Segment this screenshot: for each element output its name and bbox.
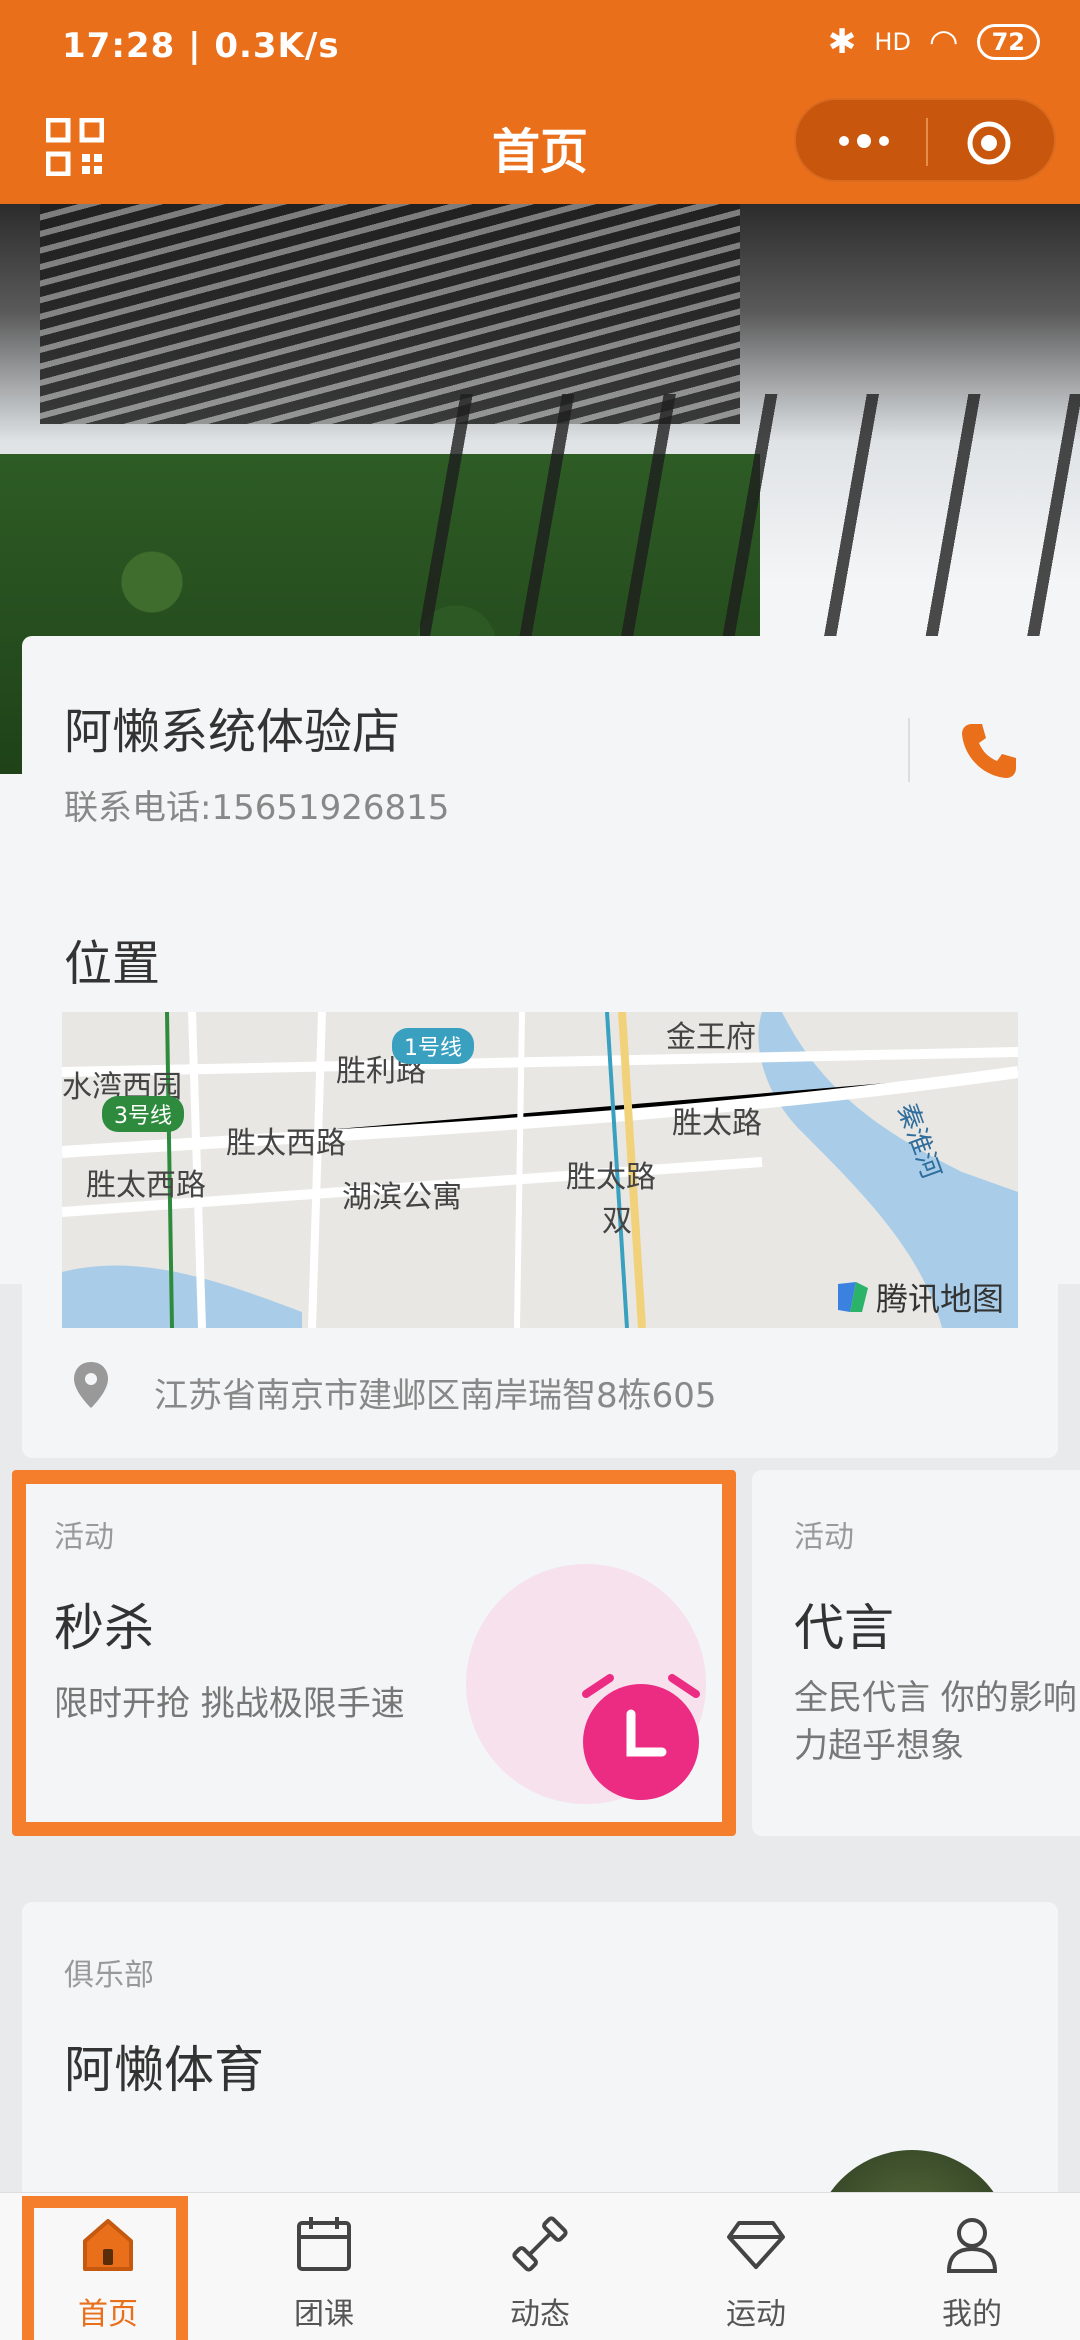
map-label: 胜太西路 xyxy=(86,1168,206,1203)
store-phone: 联系电话:15651926815 xyxy=(64,788,450,828)
activity-tag: 活动 xyxy=(794,1520,854,1555)
bluetooth-icon: ✱ xyxy=(827,22,857,62)
club-tag: 俱乐部 xyxy=(64,1958,154,1993)
tab-label: 我的 xyxy=(942,2297,1002,2332)
activity-desc: 全民代言 你的影响力超乎想象 xyxy=(794,1678,1077,1766)
activity-title: 代言 xyxy=(794,1599,894,1657)
tab-label: 团课 xyxy=(294,2297,354,2332)
miniprogram-capsule xyxy=(794,98,1056,182)
map-label: 胜太路 xyxy=(566,1160,656,1195)
tab-home[interactable]: 首页 xyxy=(0,2193,216,2340)
signal-icon: HD xyxy=(874,28,911,56)
map-label: 湖滨公寓 xyxy=(342,1180,462,1215)
map-label: 双 xyxy=(602,1204,632,1239)
metro-badge: 1号线 xyxy=(392,1028,474,1064)
map-label: 胜太西路 xyxy=(226,1126,346,1161)
activity-title: 秒杀 xyxy=(54,1599,154,1657)
club-title: 阿懒体育 xyxy=(64,2041,264,2099)
map-provider: 腾讯地图 xyxy=(836,1274,1004,1320)
map-label: 金王府 xyxy=(666,1020,756,1055)
location-card: 位置 金王府 水湾西园 胜利路 胜太路 胜太西路 胜太西路 湖滨公寓 胜太路 秦… xyxy=(22,874,1058,1458)
store-info-card: 阿懒系统体验店 联系电话:15651926815 xyxy=(22,636,1058,862)
map-label: 胜太路 xyxy=(672,1106,762,1141)
status-bar: 17:28 | 0.3K/s ✱ HD ◠ 72 xyxy=(0,0,1080,96)
wifi-icon: ◠ xyxy=(928,22,959,62)
top-bar: 17:28 | 0.3K/s ✱ HD ◠ 72 首页 xyxy=(0,0,1080,204)
tab-feed[interactable]: 动态 xyxy=(432,2193,648,2340)
tab-mine[interactable]: 我的 xyxy=(864,2193,1080,2340)
tencent-map-logo-icon xyxy=(837,1282,868,1312)
tab-group-class[interactable]: 团课 xyxy=(216,2193,432,2340)
map-provider-label: 腾讯地图 xyxy=(875,1280,1004,1318)
store-address: 江苏省南京市建邺区南岸瑞智8栋605 xyxy=(154,1376,717,1416)
battery-indicator: 72 xyxy=(976,24,1040,60)
status-time: 17:28 | 0.3K/s xyxy=(62,26,340,66)
alarm-clock-icon xyxy=(582,1674,700,1800)
more-icon[interactable] xyxy=(834,126,894,156)
metro-badge: 3号线 xyxy=(102,1096,184,1132)
bottom-tab-bar: 首页 团课 动态 运动 我的 xyxy=(0,2192,1080,2340)
close-target-icon[interactable] xyxy=(966,120,1012,166)
tab-sport[interactable]: 运动 xyxy=(648,2193,864,2340)
tab-label: 首页 xyxy=(78,2297,138,2332)
diamond-icon xyxy=(727,2221,785,2269)
location-title: 位置 xyxy=(64,936,161,992)
activity-tag: 活动 xyxy=(54,1520,114,1555)
tab-label: 动态 xyxy=(510,2297,570,2332)
capsule-divider xyxy=(926,118,928,166)
location-map[interactable]: 金王府 水湾西园 胜利路 胜太路 胜太西路 胜太西路 湖滨公寓 胜太路 秦淮河 … xyxy=(62,1012,1018,1328)
dumbbell-icon xyxy=(512,2216,568,2272)
calendar-icon xyxy=(297,2217,351,2271)
activity-desc: 限时开抢 挑战极限手速 xyxy=(54,1684,405,1724)
phone-icon[interactable] xyxy=(958,720,1020,782)
banner-ceiling xyxy=(40,204,740,424)
home-icon xyxy=(83,2219,133,2271)
store-name: 阿懒系统体验店 xyxy=(64,704,401,760)
activity-card-flash-sale[interactable]: 活动 秒杀 限时开抢 挑战极限手速 xyxy=(12,1470,736,1836)
user-icon xyxy=(946,2218,998,2273)
divider xyxy=(908,718,910,782)
tab-label: 运动 xyxy=(726,2297,786,2332)
status-icons: ✱ HD ◠ 72 xyxy=(828,22,1040,62)
location-pin-icon xyxy=(74,1362,108,1408)
activity-card-endorse[interactable]: 活动 代言 全民代言 你的影响力超乎想象 xyxy=(752,1470,1080,1836)
